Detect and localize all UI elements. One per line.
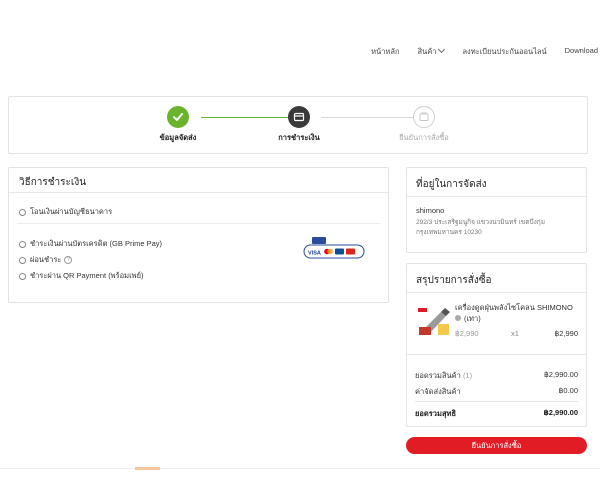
cart-item: เครื่องดูดฝุ่นพลังไซโคลน SHIMONO (เทา) ฿…: [407, 293, 586, 355]
product-name: เครื่องดูดฝุ่นพลังไซโคลน SHIMONO (เทา): [455, 302, 583, 324]
payment-option-label: โอนเงินผ่านบัญชีธนาคาร: [30, 207, 113, 216]
confirm-order-button[interactable]: ยืนยันการสั่งซื้อ: [406, 437, 587, 454]
divider: [415, 401, 578, 402]
radio-button[interactable]: [19, 208, 26, 216]
payment-method-panel: วิธีการชำระเงิน โอนเงินผ่านบัญชีธนาคาร ช…: [8, 167, 389, 303]
top-nav: หน้าหลัก สินค้า ลงทะเบียนประกันออนไลน์ D…: [371, 45, 600, 60]
payment-option-bank-transfer[interactable]: โอนเงินผ่านบัญชีธนาคาร: [19, 206, 112, 218]
subtotal-row: ยอดรวมสินค้า (1) ฿2,990.00: [415, 370, 578, 382]
line-total: ฿2,990: [554, 329, 578, 338]
chevron-down-icon: [438, 45, 446, 54]
order-summary-title: สรุปรายการสั่งซื้อ: [407, 264, 586, 293]
step-shipping-info: ข้อมูลจัดส่ง: [128, 106, 228, 144]
shipping-fee-row: ค่าจัดส่งสินค้า ฿0.00: [415, 386, 578, 398]
shipping-fee-value: ฿0.00: [558, 386, 578, 395]
radio-button[interactable]: [19, 272, 26, 280]
step-label: ยืนยันการสั่งซื้อ: [399, 133, 449, 142]
total-row: ยอดรวมสุทธิ ฿2,990.00: [415, 408, 578, 420]
shipping-fee-label: ค่าจัดส่งสินค้า: [415, 387, 461, 396]
nav-products-label: สินค้า: [417, 47, 437, 56]
check-icon: [167, 106, 189, 128]
shipping-address: 292/3 ประเสริฐมนูกิจ แขวงนวมินทร์ เขตบึง…: [416, 218, 582, 238]
help-icon[interactable]: ?: [64, 256, 73, 264]
unit-price: ฿2,990: [455, 329, 479, 338]
checkout-stepper: ข้อมูลจัดส่ง การชำระเงิน ยืนยันการสั่งซื…: [8, 96, 588, 154]
divider: [17, 223, 380, 224]
step-payment: การชำระเงิน: [249, 106, 349, 144]
footer-divider: [0, 468, 600, 469]
address-line: กรุงเทพมหานคร 10230: [416, 229, 482, 236]
nav-warranty[interactable]: ลงทะเบียนประกันออนไลน์: [462, 46, 546, 60]
order-summary-panel: สรุปรายการสั่งซื้อ เครื่องดูดฝุ่นพลังไซโ…: [406, 263, 587, 427]
total-label: ยอดรวมสุทธิ: [415, 409, 457, 418]
radio-button[interactable]: [19, 240, 26, 248]
nav-products[interactable]: สินค้า: [417, 45, 446, 60]
payment-option-label: ชำระเงินผ่านบัตรเครดิต (GB Prime Pay): [30, 239, 163, 248]
nav-download[interactable]: Download: [565, 46, 598, 60]
step-confirm: ยืนยันการสั่งซื้อ: [374, 106, 474, 144]
product-image: [415, 302, 453, 340]
quantity: x1: [511, 329, 519, 338]
nav-home[interactable]: หน้าหลัก: [371, 46, 399, 60]
payment-method-title: วิธีการชำระเงิน: [9, 168, 388, 193]
product-variant: (เทา): [464, 314, 481, 323]
product-title: เครื่องดูดฝุ่นพลังไซโคลน SHIMONO: [455, 303, 573, 312]
item-count: (1): [462, 371, 473, 380]
footer-accent: [135, 467, 160, 470]
radio-button[interactable]: [19, 256, 26, 264]
card-logos-icon: VISA: [303, 237, 365, 259]
shipping-address-title: ที่อยู่ในการจัดส่ง: [407, 168, 586, 197]
total-value: ฿2,990.00: [543, 408, 578, 417]
address-line: 292/3 ประเสริฐมนูกิจ แขวงนวมินทร์ เขตบึง…: [416, 219, 545, 226]
subtotal-label: ยอดรวมสินค้า (1): [415, 370, 472, 382]
payment-option-credit-card[interactable]: ชำระเงินผ่านบัตรเครดิต (GB Prime Pay): [19, 238, 162, 250]
step-label: ข้อมูลจัดส่ง: [159, 133, 197, 142]
step-label: การชำระเงิน: [278, 133, 320, 142]
recipient-name: shimono: [416, 206, 445, 215]
color-swatch: [455, 315, 461, 321]
payment-icon: [288, 106, 310, 128]
payment-option-qr[interactable]: ชำระผ่าน QR Payment (พร้อมเพย์): [19, 270, 144, 282]
payment-option-label: ชำระผ่าน QR Payment (พร้อมเพย์): [30, 271, 144, 280]
payment-option-installment[interactable]: ผ่อนชำระ?: [19, 254, 73, 266]
payment-option-label: ผ่อนชำระ: [30, 255, 62, 264]
subtotal-text: ยอดรวมสินค้า: [415, 371, 461, 380]
subtotal-value: ฿2,990.00: [544, 370, 578, 379]
order-icon: [413, 106, 435, 128]
svg-text:VISA: VISA: [308, 251, 321, 257]
shipping-address-panel: ที่อยู่ในการจัดส่ง shimono 292/3 ประเสริ…: [406, 167, 587, 253]
